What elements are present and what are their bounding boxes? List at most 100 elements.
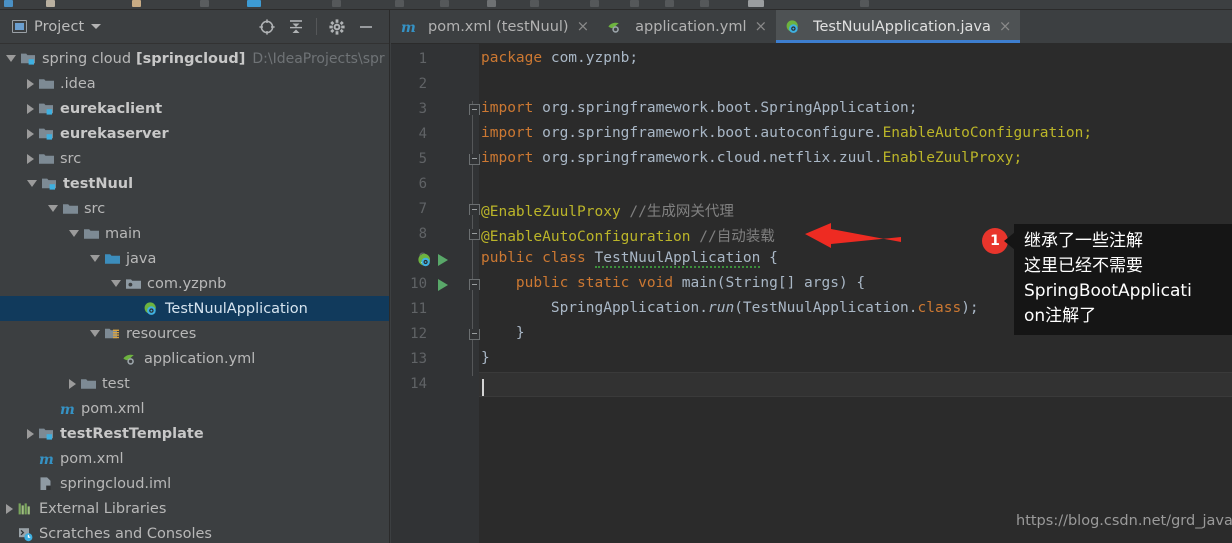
editor-tab[interactable]: application.yml × <box>598 10 776 43</box>
minimize-icon[interactable] <box>357 18 375 36</box>
tree-item-selected[interactable]: TestNuulApplication <box>0 296 389 321</box>
code-line: import org.springframework.cloud.netflix… <box>481 150 1022 166</box>
code-token: import <box>481 150 543 166</box>
toolbar-icon[interactable] <box>247 0 261 7</box>
project-tool-window-button[interactable]: Project <box>6 19 102 35</box>
tree-item[interactable]: springcloud.iml <box>0 471 389 496</box>
collapse-all-icon[interactable] <box>287 18 305 36</box>
tree-item[interactable]: src <box>0 196 389 221</box>
code-token: } <box>481 325 525 341</box>
editor-tab[interactable]: m pom.xml (testNuul) × <box>391 10 598 43</box>
editor-tab[interactable]: TestNuulApplication.java × <box>776 10 1021 43</box>
chevron-right-icon[interactable] <box>27 103 34 114</box>
tree-item[interactable]: main <box>0 221 389 246</box>
code-token: ( <box>734 300 743 316</box>
tree-item-label: application.yml <box>144 350 256 367</box>
chevron-right-icon[interactable] <box>27 78 34 89</box>
close-icon[interactable]: × <box>754 19 767 34</box>
run-line-icon[interactable] <box>438 279 448 291</box>
toolbar-icon[interactable] <box>487 0 496 7</box>
chevron-down-icon[interactable] <box>69 230 79 237</box>
toolbar-icon[interactable] <box>530 0 539 7</box>
tree-item[interactable]: resources <box>0 321 389 346</box>
tree-item[interactable]: eurekaclient <box>0 96 389 121</box>
toolbar-icon[interactable] <box>860 0 869 7</box>
chevron-down-icon[interactable] <box>90 255 100 262</box>
tree-item[interactable]: testRestTemplate <box>0 421 389 446</box>
toolbar-icon[interactable] <box>395 0 404 7</box>
tree-item[interactable]: com.yzpnb <box>0 271 389 296</box>
toolbar-icon[interactable] <box>748 0 764 7</box>
close-icon[interactable]: × <box>999 19 1012 34</box>
locate-icon[interactable] <box>258 18 276 36</box>
chevron-down-icon[interactable] <box>48 205 58 212</box>
toolbar-icon[interactable] <box>132 0 141 7</box>
run-line-icon[interactable] <box>438 254 448 266</box>
chevron-down-icon[interactable] <box>91 24 102 29</box>
code-token: [] args) { <box>777 275 866 291</box>
line-number: 6 <box>418 176 427 192</box>
tree-item[interactable]: .idea <box>0 71 389 96</box>
code-token: //生成网关代理 <box>629 204 734 220</box>
code-line: public class TestNuulApplication { <box>481 250 778 268</box>
chevron-right-icon[interactable] <box>69 378 76 389</box>
toolbar-icon[interactable] <box>665 0 674 7</box>
svg-text:m: m <box>401 20 416 35</box>
toolbar-icon[interactable] <box>590 0 599 7</box>
tree-item-label: eurekaclient <box>60 100 163 117</box>
package-icon <box>126 278 141 289</box>
gear-icon[interactable] <box>328 18 346 36</box>
code-line: @EnableZuulProxy //生成网关代理 <box>481 200 734 221</box>
tree-item[interactable]: test <box>0 371 389 396</box>
chevron-right-icon[interactable] <box>27 128 34 139</box>
chevron-down-icon[interactable] <box>111 280 121 287</box>
tree-item-label: testNuul <box>63 175 134 192</box>
code-token: EnableZuulProxy; <box>882 150 1023 166</box>
code-token: TestNuulApplication <box>594 250 761 268</box>
tree-item[interactable]: eurekaserver <box>0 121 389 146</box>
chevron-down-icon[interactable] <box>90 330 100 337</box>
tree-item-label: spring cloud <box>42 50 132 67</box>
toolbar-divider <box>316 18 317 35</box>
toolbar-icon[interactable] <box>700 0 709 7</box>
toolbar-icon[interactable] <box>46 0 55 7</box>
tree-item[interactable]: External Libraries <box>0 496 389 521</box>
chevron-right-icon[interactable] <box>27 153 34 164</box>
chevron-down-icon[interactable] <box>27 180 37 187</box>
tree-item[interactable]: application.yml <box>0 346 389 371</box>
code-token: SpringApplication <box>550 300 700 316</box>
tree-item-path: D:\IdeaProjects\spr <box>252 50 385 67</box>
tree-item[interactable]: src <box>0 146 389 171</box>
chevron-right-icon[interactable] <box>6 503 13 514</box>
spring-bean-icon[interactable] <box>417 252 439 272</box>
resources-folder-icon <box>105 328 119 338</box>
code-line: package com.yzpnb; <box>481 50 638 66</box>
tree-item[interactable]: java <box>0 246 389 271</box>
line-number: 1 <box>418 51 427 67</box>
editor-gutter[interactable]: 1234567891011121314 <box>391 44 479 543</box>
fold-column[interactable] <box>469 44 480 543</box>
editor-tab-label: pom.xml (testNuul) <box>428 18 569 35</box>
close-icon[interactable]: × <box>577 19 590 34</box>
chevron-right-icon[interactable] <box>27 428 34 439</box>
folder-icon <box>63 203 78 214</box>
toolbar-icon[interactable] <box>440 0 449 7</box>
toolbar-icon[interactable] <box>332 0 341 7</box>
code-line: import org.springframework.boot.autoconf… <box>481 125 1092 141</box>
code-token: import <box>481 100 543 116</box>
source-folder-icon <box>105 253 120 264</box>
tree-item[interactable]: Scratches and Consoles <box>0 521 389 543</box>
tree-item[interactable]: m pom.xml <box>0 396 389 421</box>
toolbar-icon[interactable] <box>630 0 639 7</box>
tree-item[interactable]: testNuul <box>0 171 389 196</box>
chevron-down-icon[interactable] <box>6 55 16 62</box>
code-token: TestNuulApplication <box>742 300 909 316</box>
toolbar-icon[interactable] <box>4 0 13 7</box>
toolbar-icon[interactable] <box>200 0 209 7</box>
callout-line: 继承了一些注解 <box>1024 231 1143 251</box>
tree-item[interactable]: spring cloud [springcloud] D:\IdeaProjects… <box>0 46 389 71</box>
code-token: import <box>481 125 543 141</box>
line-number: 11 <box>410 301 427 317</box>
tree-item[interactable]: m pom.xml <box>0 446 389 471</box>
